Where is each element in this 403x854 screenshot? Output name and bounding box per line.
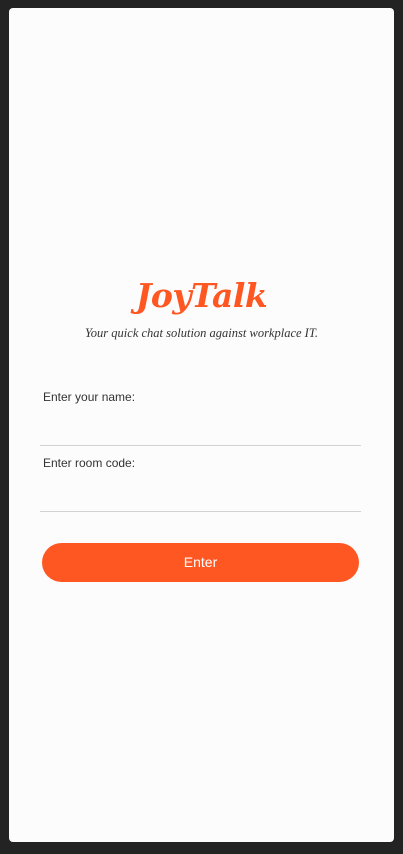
- enter-button[interactable]: Enter: [42, 543, 359, 582]
- name-input[interactable]: [40, 422, 361, 446]
- room-code-field-label: Enter room code:: [43, 456, 136, 470]
- app-tagline: Your quick chat solution against workpla…: [85, 326, 318, 340]
- app-logo: JoyTalk: [135, 276, 268, 315]
- name-field-label: Enter your name:: [43, 390, 136, 404]
- login-card: JoyTalk Your quick chat solution against…: [9, 8, 394, 842]
- room-code-input[interactable]: [40, 488, 361, 512]
